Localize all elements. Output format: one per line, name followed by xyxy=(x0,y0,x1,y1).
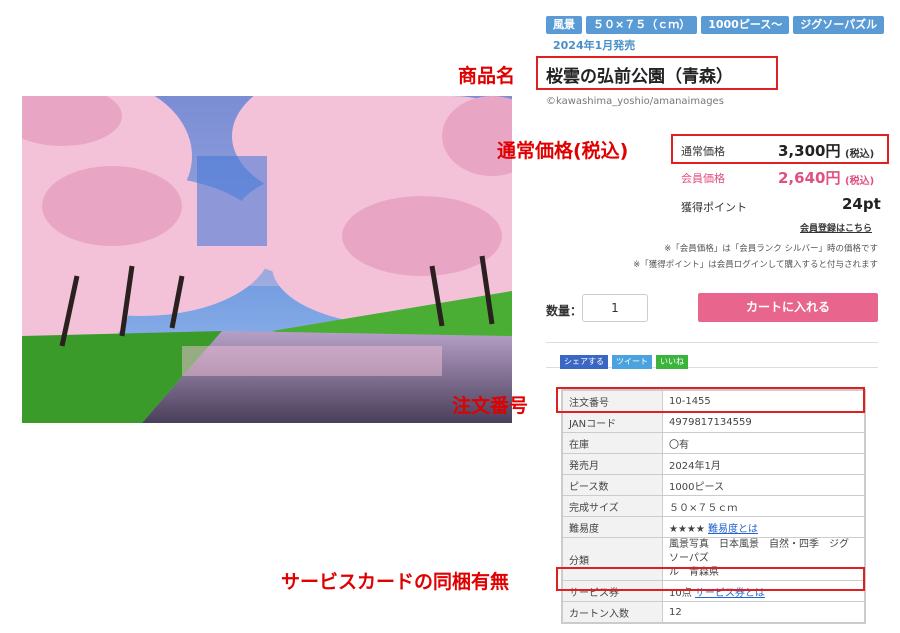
spec-key: カートン入数 xyxy=(562,601,663,623)
regular-price-label: 通常価格 xyxy=(681,145,725,158)
difficulty-stars: ★★★★ xyxy=(669,523,705,535)
regular-price-value: 3,300円 xyxy=(778,142,841,160)
regular-price-tax: (税込) xyxy=(845,149,875,160)
annotation-box-service xyxy=(556,567,865,591)
annotation-order-number: 注文番号 xyxy=(452,395,529,417)
member-price-label: 会員価格 xyxy=(681,172,725,185)
tag-list: 風景 ５０×７５（ｃｍ） 1000ピース〜 ジグソーパズル xyxy=(546,13,888,34)
points-value: 24pt xyxy=(842,195,881,213)
table-row: JANコード 4979817134559 xyxy=(562,411,865,433)
table-row: 在庫 〇有 xyxy=(562,432,865,454)
annotation-box-order-number xyxy=(556,387,865,413)
table-row: カートン入数 12 xyxy=(562,601,865,623)
add-to-cart-button[interactable]: カートに入れる xyxy=(698,293,878,322)
spec-key: ピース数 xyxy=(562,474,663,496)
tag[interactable]: 1000ピース〜 xyxy=(701,16,790,34)
product-image[interactable] xyxy=(22,96,512,423)
quantity-label: 数量： xyxy=(546,304,583,318)
table-row: ピース数 1000ピース xyxy=(562,474,865,496)
tag[interactable]: ジグソーパズル xyxy=(793,16,885,34)
product-title: 桜雲の弘前公園（青森） xyxy=(546,67,733,87)
photo-credit: ©kawashima_yoshio/amanaimages xyxy=(546,96,724,107)
table-row: 難易度 ★★★★ 難易度とは xyxy=(562,516,865,538)
annotation-product-name: 商品名 xyxy=(458,65,516,87)
share-bar: シェアする ツイート いいね xyxy=(546,342,878,369)
line-share-button[interactable]: いいね xyxy=(656,355,688,369)
spec-key: 難易度 xyxy=(562,516,663,538)
member-register-link[interactable]: 会員登録はこちら xyxy=(800,221,872,234)
spec-key: 在庫 xyxy=(562,432,663,454)
stock-value: 〇有 xyxy=(662,432,865,454)
member-price-tax: (税込) xyxy=(845,176,875,187)
member-price-value: 2,640円 xyxy=(778,169,841,187)
tag[interactable]: ５０×７５（ｃｍ） xyxy=(586,16,698,34)
annotation-regular-price: 通常価格(税込) xyxy=(497,140,629,162)
table-row: 完成サイズ ５０×７５ｃｍ xyxy=(562,495,865,517)
release-month-value: 2024年1月 xyxy=(662,453,865,475)
pieces-value: 1000ピース xyxy=(662,474,865,496)
member-price-note: ※「会員価格」は「会員ランク シルバー」時の価格です xyxy=(664,244,878,254)
release-date: 2024年1月発売 xyxy=(553,39,636,52)
carton-count-value: 12 xyxy=(662,601,865,623)
spec-key: 発売月 xyxy=(562,453,663,475)
jan-code-value: 4979817134559 xyxy=(662,411,865,433)
points-note: ※「獲得ポイント」は会員ログインして購入すると付与されます xyxy=(633,260,878,270)
cherry-blossom-photo xyxy=(22,96,512,423)
difficulty-help-link[interactable]: 難易度とは xyxy=(708,524,758,535)
twitter-share-button[interactable]: ツイート xyxy=(612,355,652,369)
tag[interactable]: 風景 xyxy=(546,16,582,34)
size-value: ５０×７５ｃｍ xyxy=(662,495,865,517)
facebook-share-button[interactable]: シェアする xyxy=(560,355,608,369)
category-value: 風景写真 日本風景 自然・四季 ジグソーパズ xyxy=(669,539,849,564)
table-row: 発売月 2024年1月 xyxy=(562,453,865,475)
spec-key: JANコード xyxy=(562,411,663,433)
points-label: 獲得ポイント xyxy=(681,201,747,214)
spec-key: 完成サイズ xyxy=(562,495,663,517)
annotation-service-card: サービスカードの同梱有無 xyxy=(281,571,510,593)
quantity-input[interactable]: 1 xyxy=(582,294,648,322)
